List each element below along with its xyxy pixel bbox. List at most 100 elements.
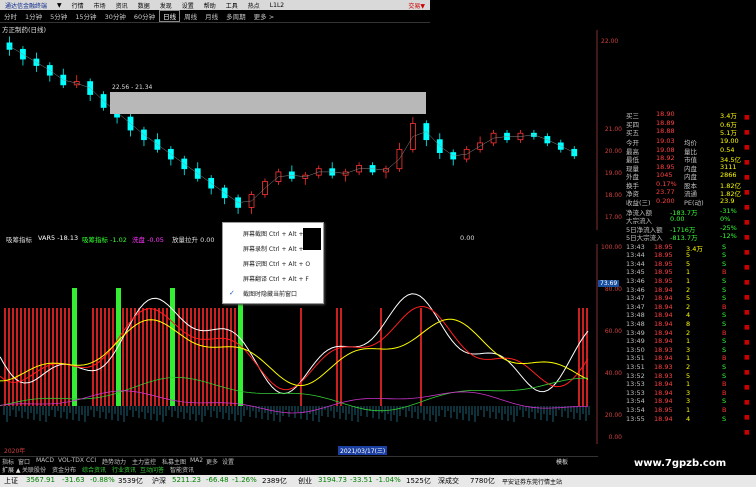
signal-bar [340,308,342,406]
menu-bar: 通达信金融终端 ▼ 行情 市场 资讯 数据 发现 设置 帮助 工具 热点 L1L… [0,0,430,10]
side-tab-icon[interactable]: ■ [744,189,750,196]
signal-bar [40,308,42,406]
tick-price: 18.95 [654,405,673,414]
side-tab-icon[interactable]: ■ [744,174,750,181]
tick-volume: 1 [686,337,691,346]
buy-signal-bar [116,288,121,406]
tab-hangye[interactable]: 行业资讯 [112,465,136,474]
menu-hide-window[interactable]: 截图时隐藏当前窗口 [243,289,297,298]
period-30min[interactable]: 30分钟 [101,11,130,21]
index-sh-name[interactable]: 上证 [4,476,18,486]
tick-side: S [722,337,727,346]
side-tab-icon[interactable]: ■ [744,429,750,436]
app-menu-arrow[interactable]: ▼ [52,2,67,9]
side-tab-icon[interactable]: ■ [744,294,750,301]
index-cy-pct: -1.04% [376,476,401,484]
menu-shezhi[interactable]: 设置 [177,1,199,10]
signal-bar [146,308,148,406]
tick-price: 18.94 [654,328,673,337]
menu-shuju[interactable]: 数据 [133,1,155,10]
side-tab-icon[interactable]: ■ [744,264,750,271]
menu-screenshot[interactable]: 屏幕截图 Ctrl + Alt + A [243,229,310,238]
quote-value: 19.08 [656,145,675,154]
signal-bar [28,308,30,406]
index-cy-name[interactable]: 创业 [298,476,312,486]
period-daily[interactable]: 日线 [159,10,181,22]
menu-gongju[interactable]: 工具 [221,1,243,10]
vertical-side-tabs: ■ ■ ■ ■ ■ ■ ■ ■ ■ ■ ■ ■ ■ ■ ■ ■ ■ ■ ■ ■ ■ ■ [742,110,756,467]
signal-bar [226,308,228,406]
index-hs-pct: -1.26% [232,476,257,484]
period-5min[interactable]: 5分钟 [46,11,71,21]
tab-cci[interactable]: CCI [86,457,96,464]
period-fenshi[interactable]: 分时 [0,11,21,21]
side-tab-icon[interactable]: ■ [744,324,750,331]
side-tab-icon[interactable]: ■ [744,414,750,421]
tab-zonghe[interactable]: 综合资讯 [82,465,106,474]
tab-ma2[interactable]: MA2 [190,457,203,464]
quote-label: 收益(三) [626,198,651,207]
period-multi[interactable]: 多周期 [222,11,250,21]
signal-bar [60,308,62,406]
menu-redian[interactable]: 热点 [243,1,265,10]
tick-time: 13:55 [626,414,645,423]
menu-screen-record[interactable]: 屏幕录制 Ctrl + Alt + [243,244,303,253]
side-tab-icon[interactable]: ■ [744,399,750,406]
period-more[interactable]: 更多 > [250,11,279,21]
quote-mid: PE(动) [684,198,704,207]
indicator-label4: 放量拉升 0.00 [172,236,215,244]
tab-guanlian[interactable]: 关联股份 [22,465,46,474]
period-60min[interactable]: 60分钟 [130,11,159,21]
side-tab-icon[interactable]: ■ [744,339,750,346]
period-15min[interactable]: 15分钟 [71,11,100,21]
menu-hangqing[interactable]: 行情 [67,1,89,10]
tab-expand[interactable]: 扩展 ▲ [2,465,21,474]
menu-screen-translate[interactable]: 屏幕翻译 Ctrl + Alt + F [243,274,309,283]
period-1min[interactable]: 1分钟 [21,11,46,21]
index-hs-name[interactable]: 沪深 [152,476,166,486]
side-tab-icon[interactable]: ■ [744,279,750,286]
tick-time: 13:46 [626,285,645,294]
side-tab-icon[interactable]: ■ [744,354,750,361]
tab-hudong[interactable]: 互动问答 [140,465,164,474]
tick-volume: 4 [686,414,691,423]
side-tab-icon[interactable]: ■ [744,204,750,211]
menu-trade[interactable]: 交易▼ [403,1,430,10]
tab-vol-tdx[interactable]: VOL-TDX [58,457,84,464]
period-weekly[interactable]: 周线 [180,11,201,21]
tab-zhineng[interactable]: 智能资讯 [170,465,194,474]
tab-zijin[interactable]: 资金分布 [52,465,76,474]
buy-signal-bar [72,288,77,406]
side-tab-icon[interactable]: ■ [744,129,750,136]
tick-time: 13:54 [626,405,645,414]
tick-side: B [722,405,727,414]
candlestick-chart[interactable] [0,30,598,230]
side-tab-icon[interactable]: ■ [744,144,750,151]
side-tab-icon[interactable]: ■ [744,369,750,376]
quote-panel: 买三 18.90 3.4万 买四 18.89 0.6万 买五 18.88 5.1万 今开 19.03… [624,110,742,467]
tick-row: 13:44 18.95 5 S [626,260,742,269]
menu-bangzhu[interactable]: 帮助 [199,1,221,10]
side-tab-icon[interactable]: ■ [744,384,750,391]
menu-l1l2[interactable]: L1L2 [265,2,289,9]
broker-server[interactable]: 平安证券东莞行情主站 [502,477,562,486]
quote-value: 18.89 [656,118,675,127]
side-tab-icon[interactable]: ■ [744,114,750,121]
quote-row: 买四 18.89 0.6万 [626,118,742,129]
index-sz-name[interactable]: 深成交 [438,476,459,486]
side-tab-icon[interactable]: ■ [744,159,750,166]
tab-macd[interactable]: MACD [36,457,54,464]
signal-bar [142,308,144,406]
menu-zixun[interactable]: 资讯 [111,1,133,10]
menu-faxian[interactable]: 发现 [155,1,177,10]
menu-screen-ocr[interactable]: 屏幕识图 Ctrl + Alt + O [243,259,310,268]
side-tab-icon[interactable]: ■ [744,234,750,241]
signal-bar [182,308,184,406]
side-tab-icon[interactable]: ■ [744,249,750,256]
period-monthly[interactable]: 月线 [201,11,222,21]
menu-shichang[interactable]: 市场 [89,1,111,10]
info-tabs: 扩展 ▲ 关联股份 资金分布 综合资讯 行业资讯 互动问答 智能资讯 [0,465,598,474]
side-tab-icon[interactable]: ■ [744,219,750,226]
indicator-name[interactable]: 吸筹指标 [6,234,32,244]
side-tab-icon[interactable]: ■ [744,309,750,316]
